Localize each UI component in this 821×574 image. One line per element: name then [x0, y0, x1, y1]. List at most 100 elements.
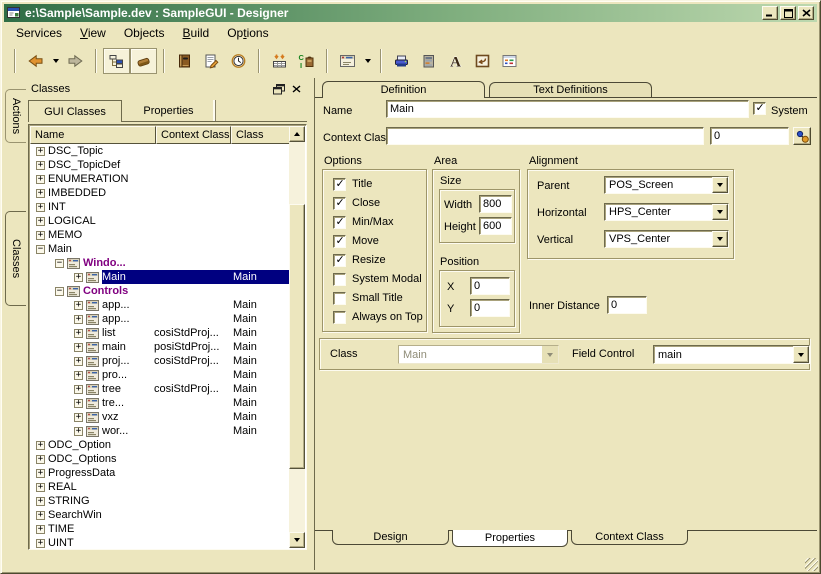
tree-expander-icon[interactable]: + — [74, 357, 83, 366]
scroll-up-button[interactable] — [289, 126, 305, 142]
tree-expander-icon[interactable]: + — [74, 273, 83, 282]
tree-expander-icon[interactable]: + — [74, 399, 83, 408]
tree-row[interactable]: + LOGICAL — [30, 214, 290, 228]
tree-expander-icon[interactable]: + — [36, 483, 45, 492]
tree-row[interactable]: + SearchWin — [30, 508, 290, 522]
context-class-picker-button[interactable] — [793, 127, 811, 145]
menu-build[interactable]: Build — [174, 24, 219, 42]
eraser-button[interactable] — [130, 48, 157, 74]
close-panel-button[interactable] — [289, 82, 304, 96]
tree-expander-icon[interactable]: + — [36, 189, 45, 198]
vertical-alignment-combo[interactable]: VPS_Center — [604, 230, 729, 248]
tab-definition[interactable]: Definition — [322, 81, 485, 98]
window-form-button[interactable] — [334, 48, 361, 74]
tree-row[interactable]: + app... Main — [30, 312, 290, 326]
column-header-name[interactable]: Name — [30, 126, 156, 144]
tree-row[interactable]: + DSC_TopicDef — [30, 158, 290, 172]
option-small-title[interactable]: Small Title — [333, 291, 403, 305]
menu-view[interactable]: View — [71, 24, 115, 42]
checkbox[interactable] — [333, 216, 346, 229]
tree-expander-icon[interactable]: + — [36, 469, 45, 478]
title-bar[interactable]: e:\Sample\Sample.dev : SampleGUI - Desig… — [4, 4, 817, 22]
height-input[interactable] — [479, 217, 512, 235]
tab-properties-bottom[interactable]: Properties — [452, 530, 568, 547]
tree-expander-icon[interactable]: + — [74, 371, 83, 380]
column-header-context-class[interactable]: Context Class — [156, 126, 231, 144]
tree-expander-icon[interactable]: + — [36, 441, 45, 450]
tab-design[interactable]: Design — [332, 530, 449, 545]
option-close[interactable]: Close — [333, 196, 380, 210]
checkbox[interactable] — [333, 197, 346, 210]
horizontal-alignment-combo[interactable]: HPS_Center — [604, 203, 729, 221]
tree-row[interactable]: + STRING — [30, 494, 290, 508]
back-button[interactable] — [22, 48, 49, 74]
tree-row[interactable]: + list cosiStdProj... Main — [30, 326, 290, 340]
form-designer-button[interactable] — [496, 48, 523, 74]
tree-expander-icon[interactable]: − — [55, 259, 64, 268]
checkbox[interactable] — [333, 235, 346, 248]
tree-expander-icon[interactable]: + — [36, 217, 45, 226]
forward-button[interactable] — [62, 48, 89, 74]
minimize-button[interactable] — [762, 6, 778, 20]
tree-row[interactable]: + ODC_Option — [30, 438, 290, 452]
tree-row[interactable]: + ODC_Options — [30, 452, 290, 466]
export-frame-button[interactable] — [469, 48, 496, 74]
tree-expander-icon[interactable]: + — [36, 175, 45, 184]
tree-expander-icon[interactable]: + — [36, 525, 45, 534]
tree-row[interactable]: + MEMO — [30, 228, 290, 242]
tree-row[interactable]: + TIME — [30, 522, 290, 536]
dropdown-button[interactable] — [712, 177, 728, 193]
tree-row[interactable]: + app... Main — [30, 298, 290, 312]
classes-panel-header[interactable]: Classes — [28, 80, 307, 98]
tree-row[interactable]: − Main — [30, 242, 290, 256]
y-input[interactable] — [470, 299, 510, 317]
checkbox[interactable] — [333, 292, 346, 305]
x-input[interactable] — [470, 277, 510, 295]
close-button[interactable] — [798, 6, 814, 20]
checkbox[interactable] — [333, 254, 346, 267]
system-checkbox[interactable] — [753, 102, 766, 115]
maximize-button[interactable] — [780, 6, 796, 20]
scroll-down-button[interactable] — [289, 532, 305, 548]
column-header-class[interactable]: Class — [231, 126, 290, 144]
tree-expander-icon[interactable]: + — [74, 343, 83, 352]
font-button[interactable]: A — [442, 48, 469, 74]
edit-document-button[interactable] — [198, 48, 225, 74]
tree-expander-icon[interactable]: + — [36, 231, 45, 240]
class-tree-button[interactable] — [103, 48, 130, 74]
print-button[interactable] — [388, 48, 415, 74]
checkbox[interactable] — [333, 178, 346, 191]
side-tab-classes[interactable]: Classes — [5, 211, 26, 306]
tree-expander-icon[interactable]: + — [36, 203, 45, 212]
tree-expander-icon[interactable]: + — [74, 315, 83, 324]
tree-row[interactable]: + ProgressData — [30, 466, 290, 480]
tree-expander-icon[interactable]: + — [74, 301, 83, 310]
tree-expander-icon[interactable]: + — [36, 497, 45, 506]
tree-expander-icon[interactable]: − — [55, 287, 64, 296]
class-interface-button[interactable]: CI — [293, 48, 320, 74]
dropdown-button[interactable] — [793, 346, 809, 363]
option-title[interactable]: Title — [333, 177, 372, 191]
tree-scrollbar[interactable] — [289, 126, 305, 548]
window-form-menu-button[interactable] — [361, 48, 374, 74]
tree-expander-icon[interactable]: + — [36, 539, 45, 548]
library-book-button[interactable] — [171, 48, 198, 74]
option-system-modal[interactable]: System Modal — [333, 272, 422, 286]
tab-text-definitions[interactable]: Text Definitions — [489, 82, 652, 97]
menu-options[interactable]: Options — [218, 24, 277, 42]
parent-alignment-combo[interactable]: POS_Screen — [604, 176, 729, 194]
tree-row[interactable]: + proj... cosiStdProj... Main — [30, 354, 290, 368]
tree-row[interactable]: + INT — [30, 200, 290, 214]
import-table-button[interactable] — [266, 48, 293, 74]
tab-context-class[interactable]: Context Class — [571, 530, 688, 545]
tree-expander-icon[interactable]: + — [36, 161, 45, 170]
tab-properties[interactable]: Properties — [122, 100, 216, 121]
menu-objects[interactable]: Objects — [115, 24, 174, 42]
tree-row[interactable]: + main posiStdProj... Main — [30, 340, 290, 354]
tree-expander-icon[interactable]: + — [74, 385, 83, 394]
field-control-combo[interactable]: main — [653, 345, 810, 364]
width-input[interactable] — [479, 195, 512, 213]
tree-row[interactable]: + tre... Main — [30, 396, 290, 410]
tree-expander-icon[interactable]: + — [36, 147, 45, 156]
option-always-on-top[interactable]: Always on Top — [333, 310, 423, 324]
